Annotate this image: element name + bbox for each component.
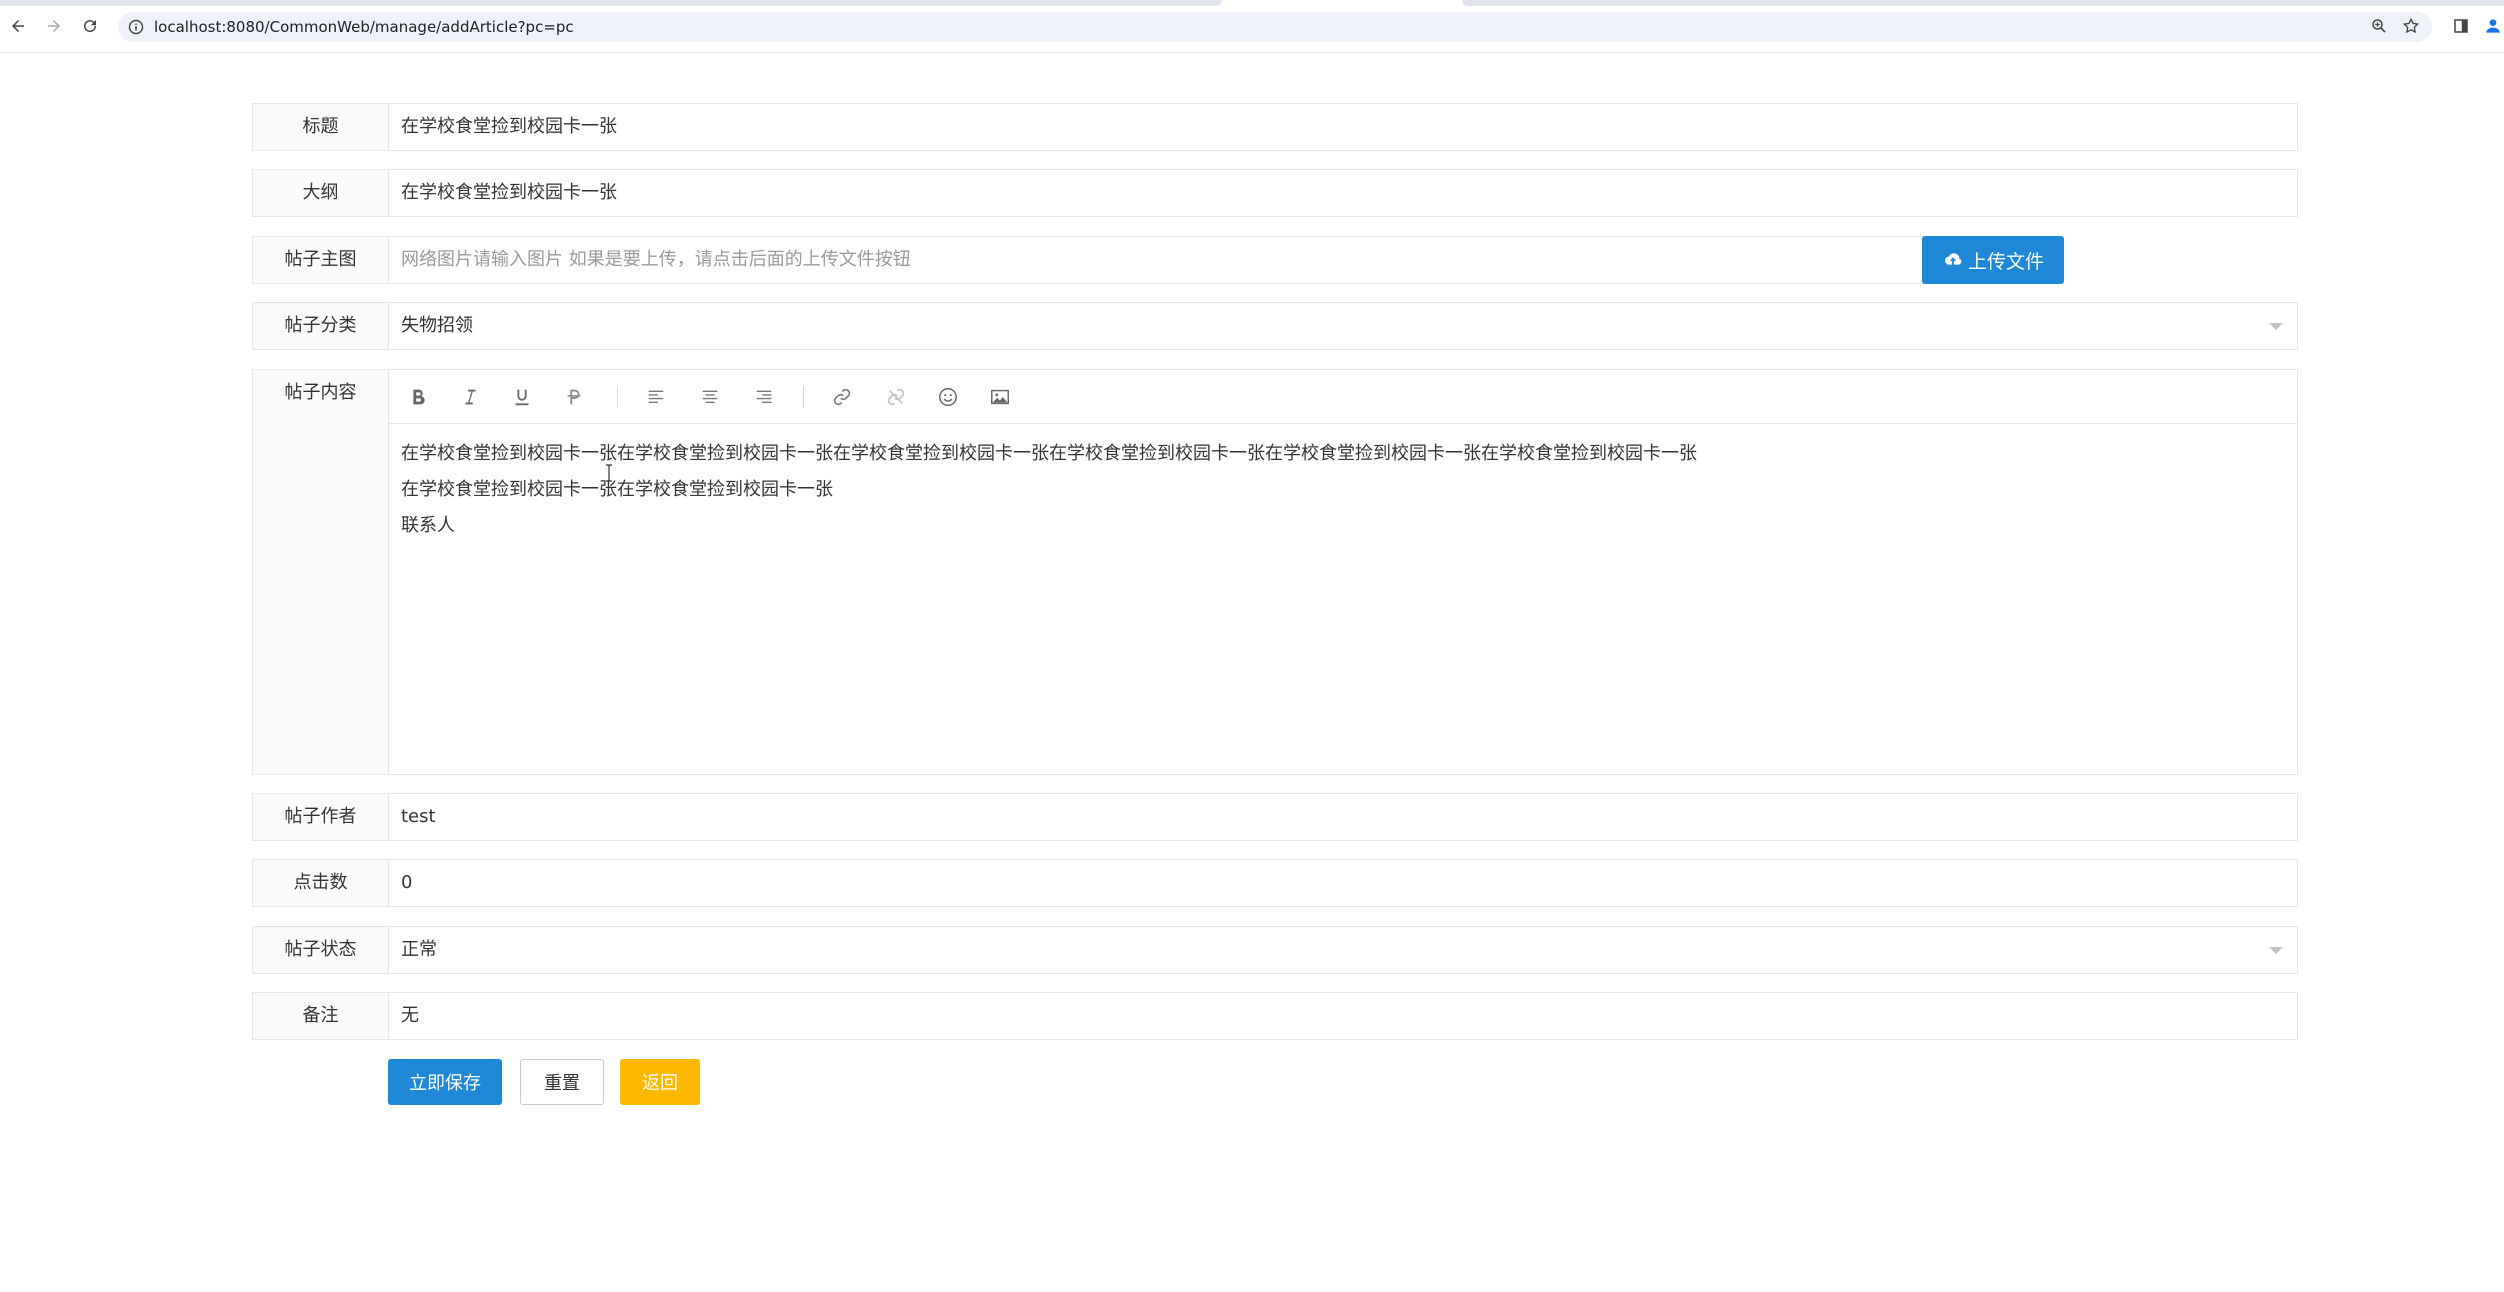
- cover-label: 帖子主图: [253, 237, 389, 283]
- remark-input[interactable]: 无: [401, 993, 419, 1039]
- cover-row: 帖子主图 网络图片请输入图片 如果是要上传，请点击后面的上传文件按钮: [252, 236, 1936, 284]
- toolbar-divider: [803, 386, 804, 408]
- underline-icon: [515, 389, 529, 406]
- category-select[interactable]: 失物招领: [401, 303, 473, 349]
- underline-button[interactable]: [509, 384, 535, 410]
- forward-icon: [48, 20, 60, 32]
- bold-icon: [413, 389, 425, 405]
- emoji-button[interactable]: [935, 384, 961, 410]
- italic-icon: [465, 389, 476, 405]
- back-button[interactable]: 返回: [620, 1059, 700, 1105]
- link-icon: [833, 388, 851, 406]
- star-icon: [2402, 17, 2420, 34]
- align-right-icon: [756, 390, 772, 403]
- upload-file-button[interactable]: 上传文件: [1922, 236, 2064, 284]
- tab-strip: [0, 0, 2504, 6]
- tab-inactive-right[interactable]: [1462, 0, 2504, 6]
- browser-toolbar: localhost:8080/CommonWeb/manage/addArtic…: [0, 0, 2504, 53]
- image-button[interactable]: [987, 384, 1013, 410]
- chevron-down-icon[interactable]: [2269, 947, 2283, 954]
- image-icon: [991, 389, 1009, 405]
- status-select[interactable]: 正常: [401, 927, 437, 973]
- content-row: 帖子内容 在学校食堂捡到校园卡一张在学校食堂捡到校园卡一张在学校食堂捡到校园卡一…: [252, 369, 2298, 775]
- zoom-icon: [2372, 19, 2386, 33]
- site-info-icon[interactable]: [128, 19, 144, 35]
- reload-icon: [84, 20, 97, 33]
- align-right-button[interactable]: [751, 384, 777, 410]
- remark-label: 备注: [253, 993, 389, 1039]
- url-text[interactable]: localhost:8080/CommonWeb/manage/addArtic…: [154, 18, 574, 36]
- author-label: 帖子作者: [253, 794, 389, 840]
- back-icon: [12, 20, 24, 32]
- unlink-icon: [887, 388, 905, 406]
- clicks-row: 点击数 0: [252, 859, 2298, 907]
- bookmark-button[interactable]: [2400, 15, 2422, 37]
- category-row: 帖子分类 失物招领: [252, 302, 2298, 350]
- cloud-upload-icon: [1945, 253, 1962, 265]
- side-panel-icon: [2454, 19, 2468, 33]
- author-input[interactable]: test: [401, 794, 436, 840]
- editor-toolbar: [389, 370, 2297, 424]
- reset-button[interactable]: 重置: [520, 1059, 604, 1105]
- rich-text-editor[interactable]: 在学校食堂捡到校园卡一张在学校食堂捡到校园卡一张在学校食堂捡到校园卡一张在学校食…: [389, 370, 2297, 774]
- unlink-button[interactable]: [883, 384, 909, 410]
- title-input[interactable]: 在学校食堂捡到校园卡一张: [401, 104, 617, 150]
- clicks-label: 点击数: [253, 860, 389, 906]
- align-center-button[interactable]: [697, 384, 723, 410]
- clicks-input[interactable]: 0: [401, 860, 412, 906]
- back-button[interactable]: [6, 14, 30, 38]
- category-label: 帖子分类: [253, 303, 389, 349]
- status-row: 帖子状态 正常: [252, 926, 2298, 974]
- tab-inactive-left[interactable]: [0, 0, 1222, 6]
- save-button[interactable]: 立即保存: [388, 1059, 502, 1105]
- profile-icon: [2486, 19, 2500, 33]
- editor-paragraph[interactable]: 联系人: [401, 512, 2285, 548]
- strikethrough-icon: [567, 389, 581, 405]
- reload-button[interactable]: [78, 14, 102, 38]
- zoom-button[interactable]: [2368, 15, 2390, 37]
- editor-content[interactable]: 在学校食堂捡到校园卡一张在学校食堂捡到校园卡一张在学校食堂捡到校园卡一张在学校食…: [401, 440, 2285, 548]
- address-bar[interactable]: localhost:8080/CommonWeb/manage/addArtic…: [118, 12, 2432, 42]
- bold-button[interactable]: [405, 384, 431, 410]
- toolbar-divider: [617, 386, 618, 408]
- status-label: 帖子状态: [253, 927, 389, 973]
- forward-button[interactable]: [42, 14, 66, 38]
- author-row: 帖子作者 test: [252, 793, 2298, 841]
- text-cursor-icon: [606, 464, 612, 482]
- upload-file-label: 上传文件: [1967, 250, 2044, 273]
- editor-paragraph[interactable]: 在学校食堂捡到校园卡一张在学校食堂捡到校园卡一张在学校食堂捡到校园卡一张在学校食…: [401, 440, 2285, 476]
- outline-label: 大纲: [253, 170, 389, 216]
- cover-input[interactable]: 网络图片请输入图片 如果是要上传，请点击后面的上传文件按钮: [401, 237, 911, 283]
- outline-row: 大纲 在学校食堂捡到校园卡一张: [252, 169, 2298, 217]
- editor-paragraph[interactable]: 在学校食堂捡到校园卡一张在学校食堂捡到校园卡一张: [401, 476, 2285, 512]
- profile-button[interactable]: [2482, 15, 2504, 37]
- align-left-icon: [648, 390, 664, 403]
- italic-button[interactable]: [457, 384, 483, 410]
- chevron-down-icon[interactable]: [2269, 323, 2283, 330]
- emoji-icon: [939, 388, 957, 406]
- side-panel-button[interactable]: [2450, 15, 2472, 37]
- title-row: 标题 在学校食堂捡到校园卡一张: [252, 103, 2298, 151]
- strikethrough-button[interactable]: [561, 384, 587, 410]
- remark-row: 备注 无: [252, 992, 2298, 1040]
- content-label: 帖子内容: [253, 370, 389, 774]
- title-label: 标题: [253, 104, 389, 150]
- outline-input[interactable]: 在学校食堂捡到校园卡一张: [401, 170, 617, 216]
- link-button[interactable]: [829, 384, 855, 410]
- align-center-icon: [702, 390, 718, 403]
- align-left-button[interactable]: [643, 384, 669, 410]
